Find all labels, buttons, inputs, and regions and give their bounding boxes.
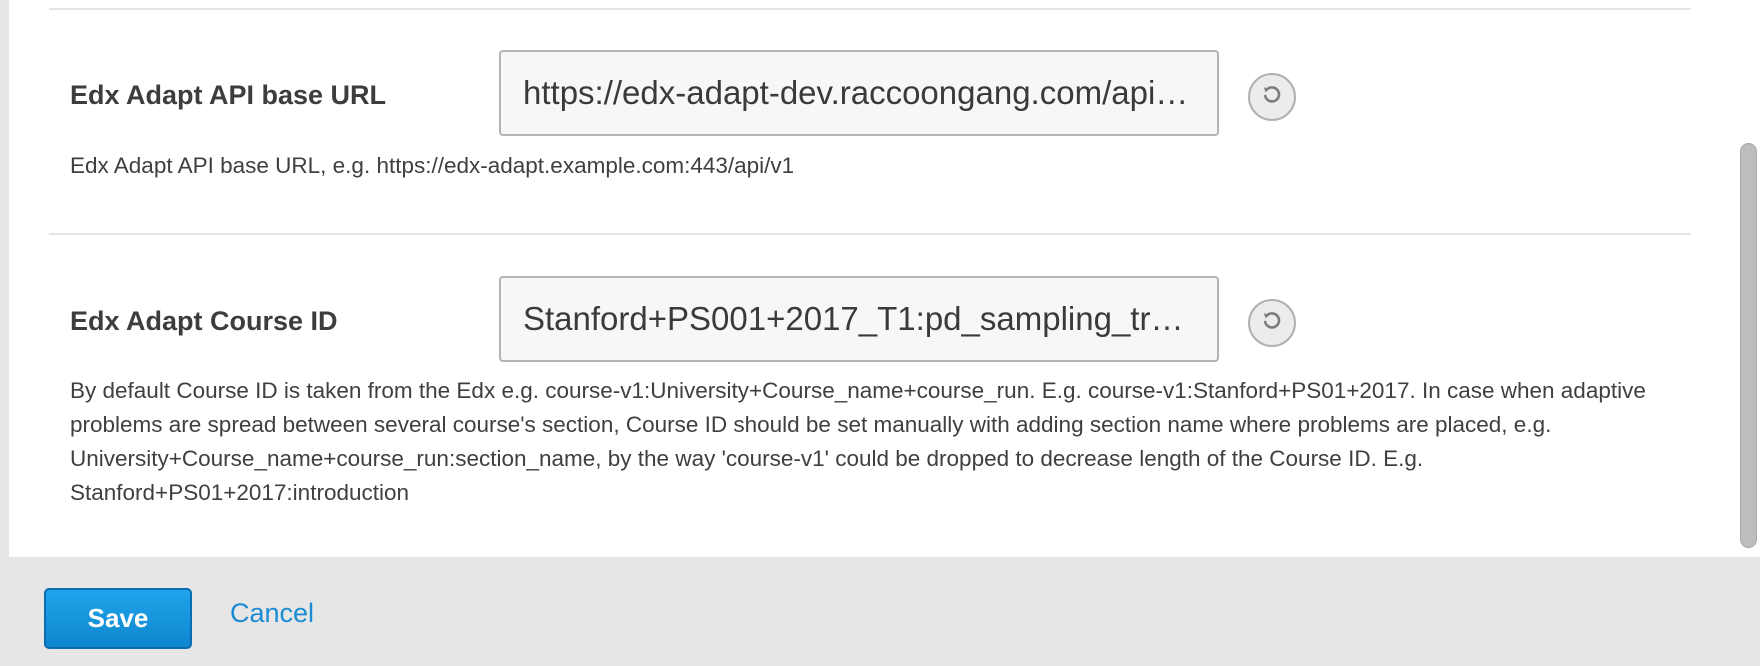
course-id-label: Edx Adapt Course ID xyxy=(70,306,338,336)
settings-panel: Edx Adapt API base URL https://edx-adapt… xyxy=(9,0,1760,557)
api-base-url-help: Edx Adapt API base URL, e.g. https://edx… xyxy=(70,153,795,178)
course-id-help: By default Course ID is taken from the E… xyxy=(70,378,1646,505)
api-base-url-label: Edx Adapt API base URL xyxy=(70,80,387,110)
cancel-link[interactable]: Cancel xyxy=(230,598,314,629)
scrollbar-track[interactable] xyxy=(1736,0,1760,557)
api-base-url-input[interactable]: https://edx-adapt-dev.raccoongang.com/ap… xyxy=(499,50,1219,136)
divider xyxy=(49,8,1691,10)
course-id-reset-button[interactable] xyxy=(1248,299,1296,347)
divider xyxy=(49,233,1691,235)
course-id-input[interactable]: Stanford+PS001+2017_T1:pd_sampling_train… xyxy=(499,276,1219,362)
reset-icon xyxy=(1260,83,1284,112)
reset-icon xyxy=(1260,309,1284,338)
api-base-url-reset-button[interactable] xyxy=(1248,73,1296,121)
scrollbar-thumb[interactable] xyxy=(1740,143,1757,548)
save-button[interactable]: Save xyxy=(44,588,192,649)
